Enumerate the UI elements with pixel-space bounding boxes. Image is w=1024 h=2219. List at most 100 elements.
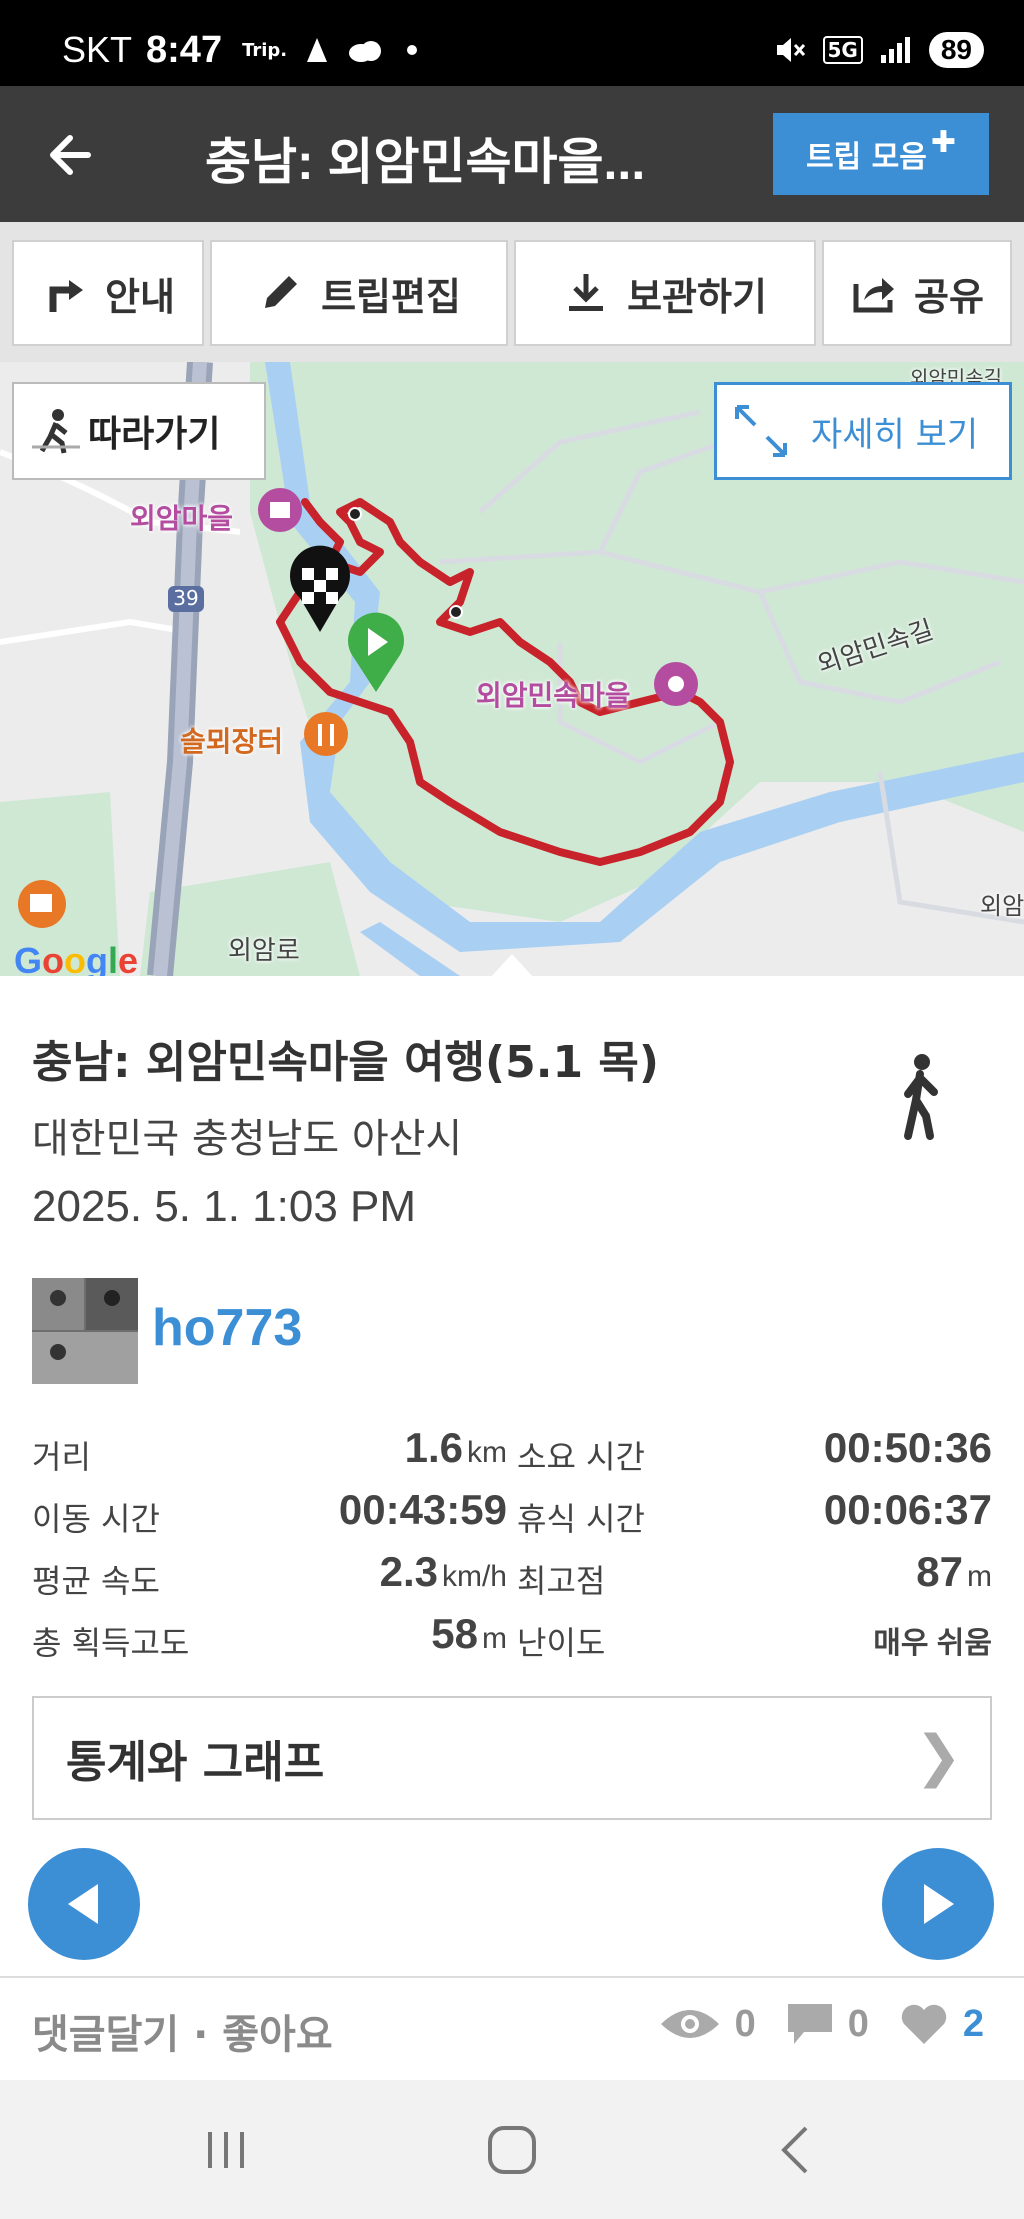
recent-apps-icon[interactable] xyxy=(196,2120,256,2180)
play-left-icon xyxy=(68,1884,98,1924)
follow-label: 따라가기 xyxy=(88,414,221,455)
eye-icon xyxy=(660,2010,719,2038)
elevation-gain-value: 58 xyxy=(431,1610,478,1657)
save-label: 보관하기 xyxy=(627,274,767,319)
max-altitude-unit: m xyxy=(967,1560,992,1593)
map-label-restaurant: 솔뫼장터 xyxy=(180,725,284,758)
trip-collection-button[interactable]: 트립 모음 ✚ xyxy=(773,113,989,195)
dot-icon xyxy=(407,45,418,55)
like-count: 2 xyxy=(962,2002,984,2045)
page-title: 충남: 외암민속마을... xyxy=(205,134,646,190)
trip-title: 충남: 외암민속마을 여행(5.1 목) xyxy=(32,1037,659,1088)
trip-info-panel: 충남: 외암민속마을 여행(5.1 목) 대한민국 충청남도 아산시 2025.… xyxy=(0,954,1024,1976)
moving-time-value: 00:43:59 xyxy=(338,1486,507,1533)
trip-location: 대한민국 충청남도 아산시 xyxy=(32,1116,463,1162)
share-button[interactable]: 공유 xyxy=(822,240,1012,346)
detail-view-button[interactable]: 자세히 보기 xyxy=(714,382,1012,480)
status-bar: SKT 8:47 Trip. 5G 89 xyxy=(0,0,1024,86)
walking-icon xyxy=(904,1054,938,1140)
save-button[interactable]: 보관하기 xyxy=(514,240,816,346)
stats-graph-button[interactable]: 통계와 그래프 ❯ xyxy=(32,1696,992,1820)
play-right-icon xyxy=(924,1884,954,1924)
panel-pointer xyxy=(490,954,534,978)
google-logo: Google xyxy=(14,940,139,976)
max-altitude-value: 87 xyxy=(916,1548,963,1595)
avg-speed-value: 2.3 xyxy=(379,1548,438,1595)
difficulty-value: 매우 쉬움 xyxy=(873,1627,992,1660)
map-label-road: 외암로 xyxy=(228,936,300,966)
carrier-name: SKT xyxy=(62,29,133,70)
highway-number: 39 xyxy=(173,586,199,610)
max-altitude-label: 최고점 xyxy=(517,1562,606,1600)
stats-graph-label: 통계와 그래프 xyxy=(66,1737,325,1788)
system-back-icon[interactable] xyxy=(768,2120,828,2180)
avg-speed-value-group: 2.3 km/h xyxy=(380,1548,507,1596)
share-icon xyxy=(853,278,895,313)
rest-time-label: 휴식 시간 xyxy=(517,1500,645,1538)
difficulty-label: 난이도 xyxy=(517,1624,606,1662)
duration-label: 소요 시간 xyxy=(517,1438,645,1476)
mute-icon xyxy=(776,38,805,62)
view-count: 0 xyxy=(734,2002,756,2045)
moving-time-label: 이동 시간 xyxy=(32,1500,160,1538)
back-arrow-icon[interactable] xyxy=(40,120,110,190)
share-label: 공유 xyxy=(914,274,984,319)
action-toolbar: 안내 트립편집 보관하기 공유 xyxy=(0,222,1024,362)
stat-row-gain: 총 획득고도 58 m 난이도 매우 쉬움 xyxy=(32,1610,992,1672)
user-avatar[interactable] xyxy=(32,1278,138,1384)
next-trip-button[interactable] xyxy=(882,1848,994,1960)
pencil-icon xyxy=(265,276,298,308)
elevation-gain-label: 총 획득고도 xyxy=(32,1624,190,1662)
home-icon[interactable] xyxy=(482,2120,542,2180)
follow-button[interactable]: 따라가기 xyxy=(12,382,266,480)
signal-icon xyxy=(880,37,910,63)
trip-stats: 거리 1.6 km 소요 시간 00:50:36 이동 시간 00:43:59 휴… xyxy=(32,1424,992,1672)
distance-value: 1.6 xyxy=(404,1424,463,1471)
trip-collection-label: 트립 모음 xyxy=(806,140,927,175)
rest-time-value: 00:06:37 xyxy=(823,1486,992,1533)
download-icon xyxy=(569,274,604,311)
distance-value-group: 1.6 km xyxy=(405,1424,507,1472)
map-label-edge: 외암 xyxy=(980,892,1024,920)
avg-speed-unit: km/h xyxy=(441,1560,507,1593)
stat-row-moving: 이동 시간 00:43:59 휴식 시간 00:06:37 xyxy=(32,1486,992,1548)
previous-trip-button[interactable] xyxy=(28,1848,140,1960)
clock: 8:47 xyxy=(146,28,223,71)
engagement-counters: 0 0 2 xyxy=(659,2002,984,2046)
comment-like-link[interactable]: 댓글달기 · 좋아요 xyxy=(32,2002,333,2060)
avg-speed-label: 평균 속도 xyxy=(32,1562,160,1600)
detail-view-label: 자세히 보기 xyxy=(811,414,979,455)
distance-label: 거리 xyxy=(32,1438,91,1476)
guide-label: 안내 xyxy=(105,274,175,319)
expand-icon xyxy=(735,405,787,457)
elevation-gain-value-group: 58 m xyxy=(431,1610,507,1658)
cloud-icon xyxy=(349,41,382,62)
hiking-notification-icon xyxy=(307,38,328,62)
duration-value: 00:50:36 xyxy=(823,1424,992,1471)
max-altitude-value-group: 87 m xyxy=(916,1548,992,1596)
map-label-oeam-village: 외암마을 xyxy=(130,502,234,535)
stat-row-distance: 거리 1.6 km 소요 시간 00:50:36 xyxy=(32,1424,992,1486)
trip-notification-label: Trip. xyxy=(242,39,288,61)
edit-trip-label: 트립편집 xyxy=(321,274,461,319)
hiker-icon xyxy=(32,409,80,454)
distance-unit: km xyxy=(467,1436,507,1469)
network-type: 5G xyxy=(822,36,863,64)
comment-like-bar: 댓글달기 · 좋아요 0 0 2 xyxy=(0,1976,1024,2080)
turn-right-icon xyxy=(49,280,84,312)
trip-date: 2025. 5. 1. 1:03 PM xyxy=(32,1182,417,1231)
comment-icon[interactable] xyxy=(786,2002,834,2046)
heart-icon[interactable] xyxy=(899,2002,949,2046)
chevron-right-icon: ❯ xyxy=(915,1724,962,1789)
system-navigation-bar xyxy=(0,2080,1024,2219)
comment-count: 0 xyxy=(847,2002,869,2045)
battery-level: 89 xyxy=(928,32,984,68)
edit-trip-button[interactable]: 트립편집 xyxy=(210,240,508,346)
stat-row-speed: 평균 속도 2.3 km/h 최고점 87 m xyxy=(32,1548,992,1610)
map-label-oeam-folk-village: 외암민속마을 xyxy=(476,679,631,712)
elevation-gain-unit: m xyxy=(482,1622,507,1655)
username[interactable]: ho773 xyxy=(152,1298,302,1358)
plus-icon: ✚ xyxy=(930,124,956,160)
guide-button[interactable]: 안내 xyxy=(12,240,204,346)
app-header: 충남: 외암민속마을... 트립 모음 ✚ xyxy=(0,86,1024,222)
